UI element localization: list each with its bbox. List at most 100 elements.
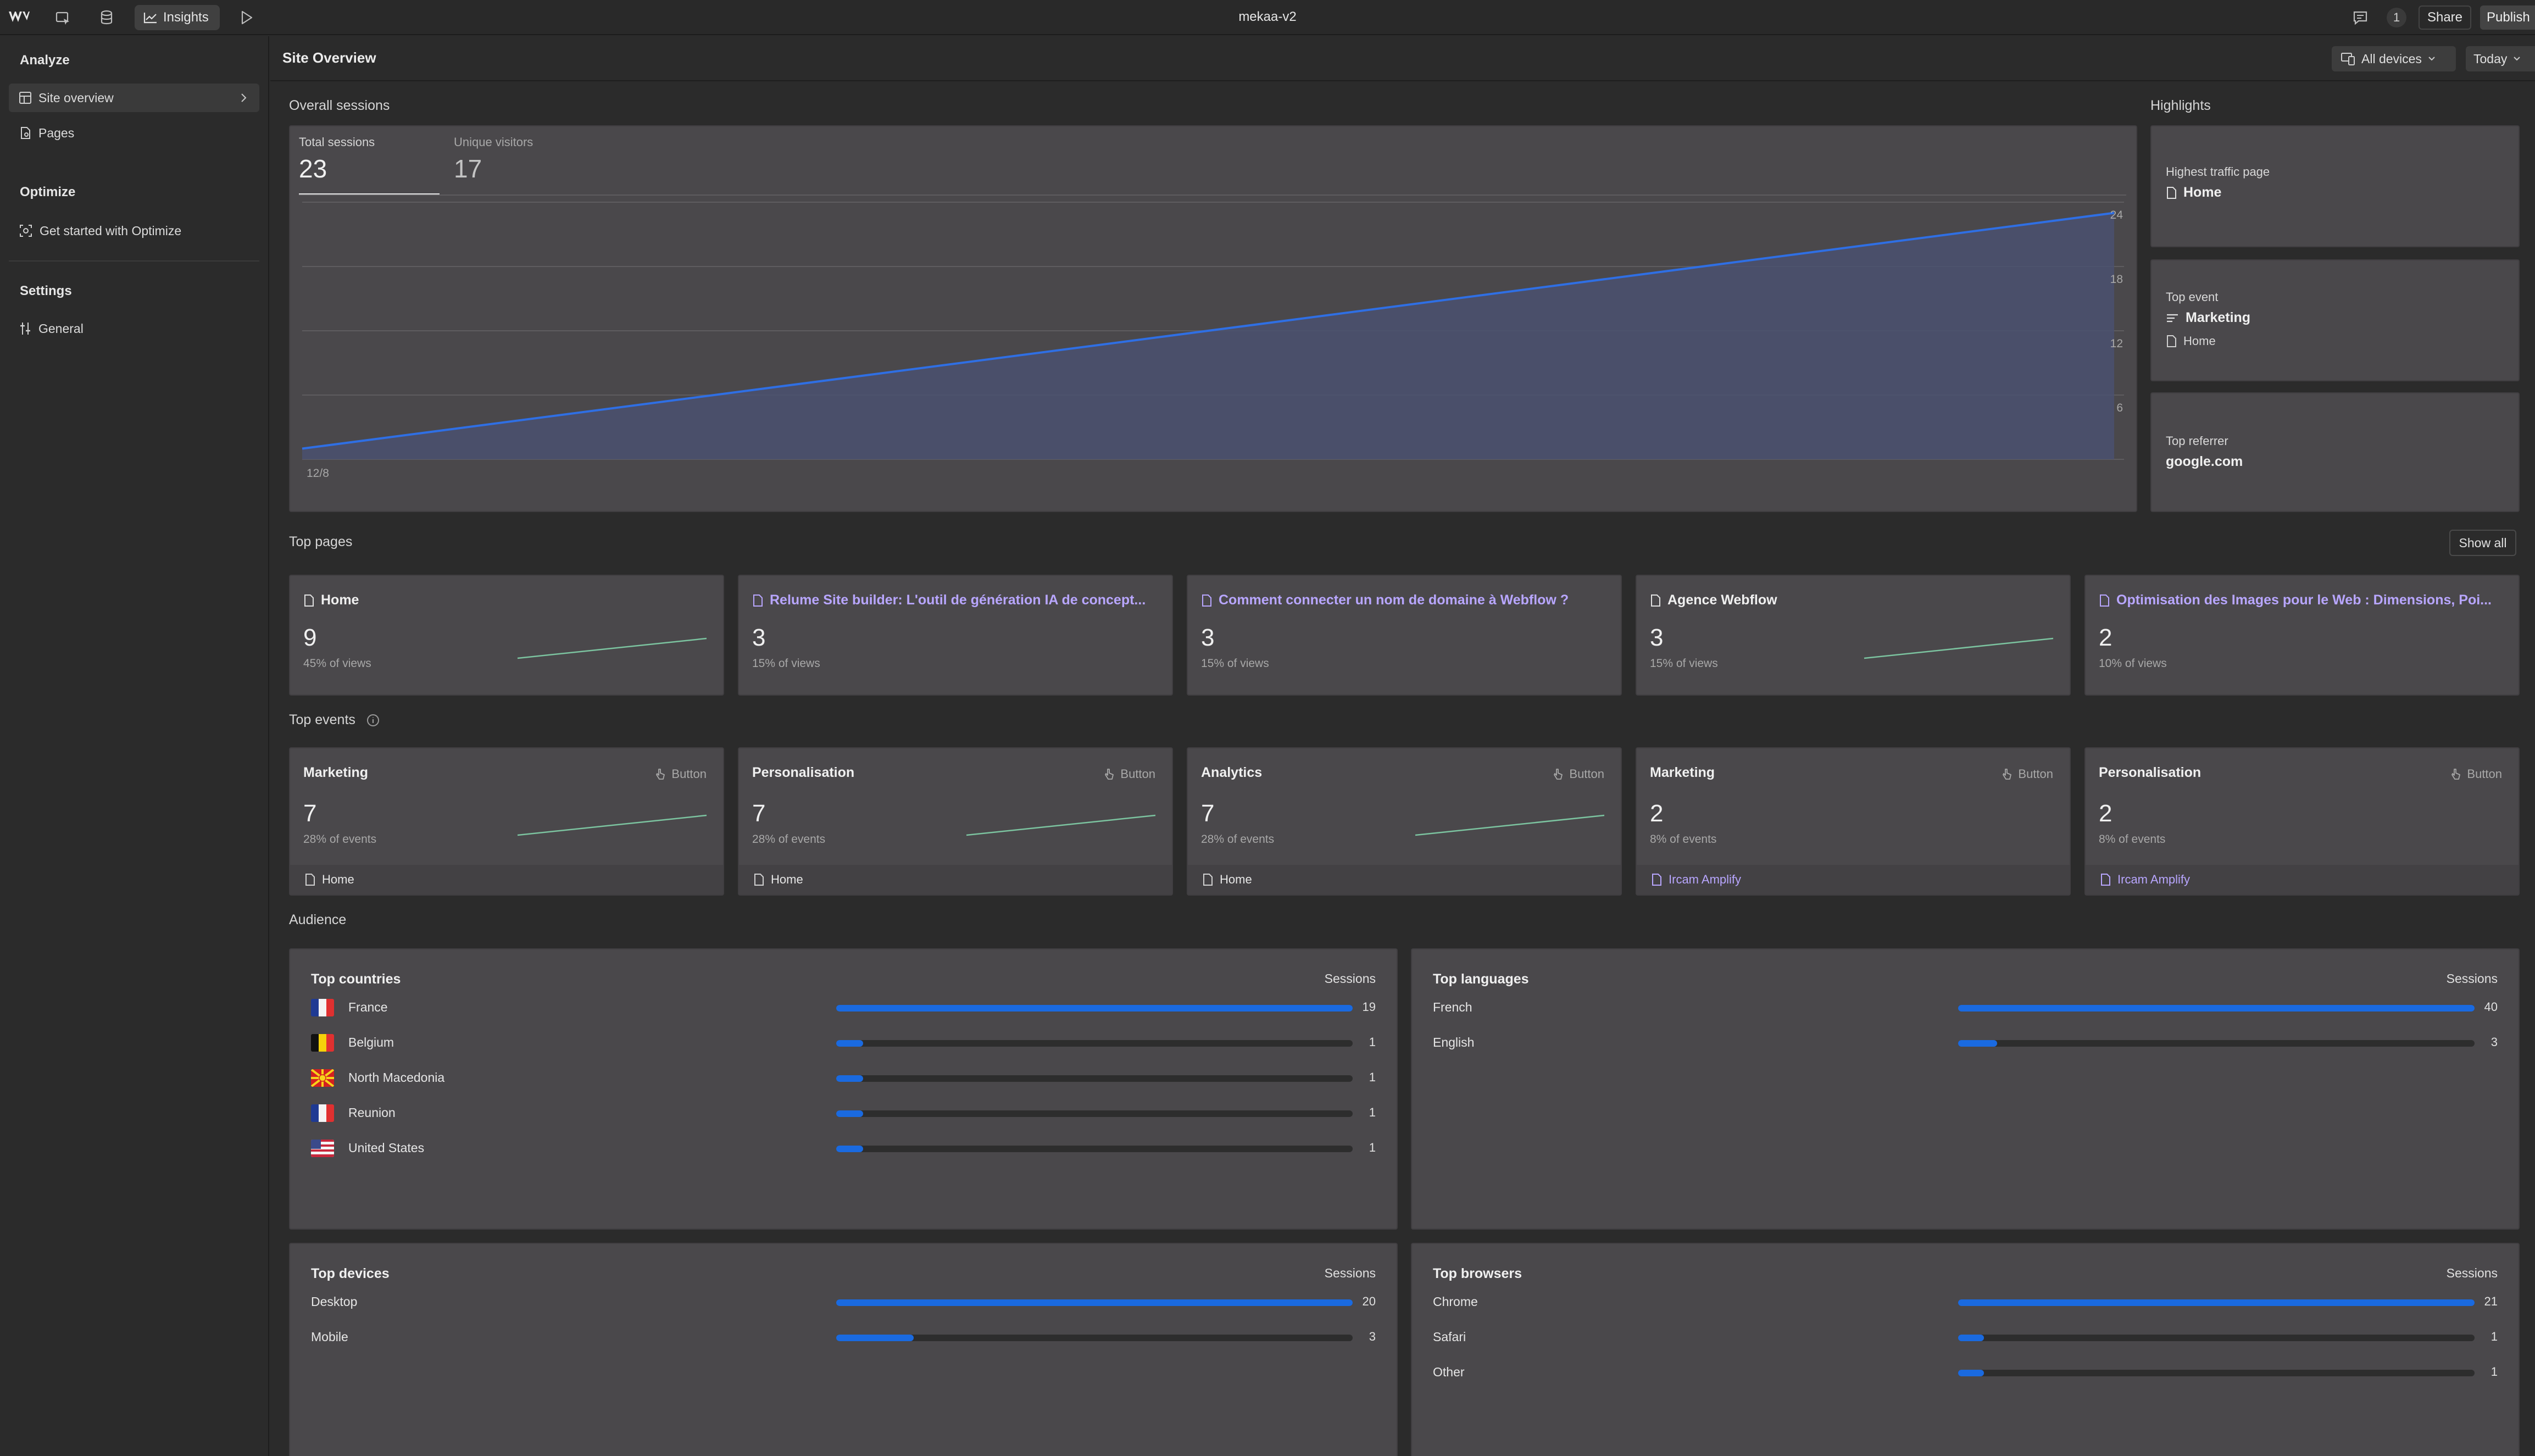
audience-devices-card: Top devices Sessions Desktop 20 Mobile 3 (289, 1243, 1398, 1456)
header-divider (270, 80, 2535, 81)
share-button[interactable]: Share (2419, 5, 2471, 30)
sessions-chart[interactable]: 24 18 12 6 12/8 (290, 198, 2136, 505)
top-page-title[interactable]: Agence Webflow (1650, 592, 2059, 608)
audience-row-value: 1 (1369, 1070, 1376, 1084)
sparkline (1864, 637, 2054, 659)
audience-row[interactable]: Reunion 1 (311, 1102, 1376, 1124)
flag (311, 1104, 334, 1122)
highlight-value-row[interactable]: Marketing (2166, 310, 2250, 326)
highlight-value: Home (2183, 185, 2222, 200)
event-title: Personalisation (752, 765, 1062, 781)
top-page-card[interactable]: Comment connecter un nom de domaine à We… (1187, 575, 1622, 696)
top-page-title[interactable]: Relume Site builder: L'outil de générati… (752, 592, 1161, 608)
top-page-title[interactable]: Comment connecter un nom de domaine à We… (1201, 592, 1610, 608)
top-page-card[interactable]: Relume Site builder: L'outil de générati… (738, 575, 1173, 696)
sessions-area (302, 213, 2114, 459)
session-bar-track (836, 1005, 1353, 1012)
session-bar-track (836, 1335, 1353, 1341)
sidebar-item-pages[interactable]: Pages (9, 119, 259, 147)
pointer-icon (2003, 769, 2012, 780)
event-page-name: Home (1220, 873, 1252, 886)
comments-count-badge[interactable]: 1 (2387, 8, 2406, 27)
event-page-link[interactable]: Ircam Amplify (2086, 865, 2519, 894)
sidebar-item-general[interactable]: General (9, 314, 259, 343)
session-bar-track (836, 1040, 1353, 1047)
event-page-link[interactable]: Home (1188, 865, 1621, 894)
audience-row-value: 1 (1369, 1035, 1376, 1049)
highlight-sub-row[interactable]: Home (2166, 334, 2216, 348)
session-bar-fill (1958, 1040, 1997, 1047)
event-page-link[interactable]: Home (290, 865, 723, 894)
audience-row[interactable]: Other 1 (1433, 1361, 2498, 1383)
session-bar-fill (836, 1040, 864, 1047)
tab-total-sessions[interactable]: Total sessions 23 (299, 132, 440, 196)
page-icon (2167, 335, 2176, 347)
session-bar-track (1958, 1005, 2475, 1012)
audience-row[interactable]: Chrome 21 (1433, 1291, 2498, 1313)
overall-sessions-card: Total sessions 23 Unique visitors 17 24 1… (289, 125, 2137, 512)
top-page-card[interactable]: Agence Webflow 3 15% of views (1636, 575, 2071, 696)
top-event-card[interactable]: Marketing Button 7 28% of events Home (289, 747, 724, 896)
audience-row[interactable]: English 3 (1433, 1032, 2498, 1054)
page-icon (1203, 874, 1213, 886)
event-type-label: Button (2467, 767, 2502, 781)
sidebar-item-get-started-optimize[interactable]: Get started with Optimize (9, 216, 259, 245)
session-bar-fill (1958, 1005, 2475, 1012)
audience-row[interactable]: Belgium 1 (311, 1032, 1376, 1054)
event-title: Personalisation (2099, 765, 2409, 781)
highlight-value-row[interactable]: Home (2166, 185, 2221, 201)
audience-row[interactable]: North Macedonia 1 (311, 1067, 1376, 1089)
info-icon[interactable] (366, 714, 380, 727)
publish-button[interactable]: Publish (2480, 5, 2535, 30)
audience-browsers-card: Top browsers Sessions Chrome 21 Safari 1 Other… (1411, 1243, 2520, 1456)
audience-row[interactable]: France 19 (311, 997, 1376, 1019)
tab-unique-visitors[interactable]: Unique visitors 17 (454, 132, 594, 196)
audience-row[interactable]: Mobile 3 (311, 1326, 1376, 1348)
audience-row[interactable]: Safari 1 (1433, 1326, 2498, 1348)
show-all-button[interactable]: Show all (2449, 530, 2516, 556)
sliders-icon (20, 323, 30, 335)
top-page-card[interactable]: Home 9 45% of views (289, 575, 724, 696)
session-bar-track (1958, 1299, 2475, 1306)
audience-countries-card: Top countries Sessions France 19 Belgium 1 Nor… (289, 948, 1398, 1230)
top-event-card[interactable]: Personalisation Button 7 28% of events Home (738, 747, 1173, 896)
tab-value: 17 (454, 154, 482, 183)
top-event-card[interactable]: Marketing Button 2 8% of events Ircam Amplif… (1636, 747, 2071, 896)
highlight-label: Top referrer (2166, 434, 2228, 448)
flag (311, 1034, 334, 1052)
tab-value: 23 (299, 154, 327, 183)
top-event-card[interactable]: Analytics Button 7 28% of events Home (1187, 747, 1622, 896)
chevron-down-icon (2428, 57, 2435, 61)
devices-dropdown[interactable]: All devices (2332, 46, 2456, 71)
comments-icon[interactable] (2350, 8, 2370, 27)
top-page-title[interactable]: Home (303, 592, 712, 608)
audience-row[interactable]: Desktop 20 (311, 1291, 1376, 1313)
date-range-label: Today (2473, 51, 2508, 66)
audience-card-title: Top browsers (1433, 1266, 1522, 1281)
event-type-label: Button (671, 767, 707, 781)
event-page-link[interactable]: Ircam Amplify (1637, 865, 2070, 894)
audience-row[interactable]: French 40 (1433, 997, 2498, 1019)
sidebar-item-site-overview[interactable]: Site overview (9, 84, 259, 112)
page-icon (1651, 594, 1660, 607)
audience-row-label: France (348, 1000, 388, 1014)
top-page-card[interactable]: Optimisation des Images pour le Web : Di… (2084, 575, 2520, 696)
top-page-views: 3 (1201, 624, 1215, 651)
session-bar-track (836, 1110, 1353, 1117)
event-count: 7 (1201, 800, 1215, 827)
audience-row-label: Safari (1433, 1330, 1466, 1344)
top-page-title-text: Home (321, 592, 359, 608)
top-page-percent: 15% of views (1650, 657, 1718, 670)
event-page-link[interactable]: Home (739, 865, 1172, 894)
top-event-card[interactable]: Personalisation Button 2 8% of events Ircam … (2084, 747, 2520, 896)
date-range-dropdown[interactable]: Today (2466, 46, 2535, 71)
sparkline (517, 637, 707, 659)
audience-row[interactable]: United States 1 (311, 1137, 1376, 1159)
y-tick-label: 6 (2116, 402, 2123, 414)
top-page-title[interactable]: Optimisation des Images pour le Web : Di… (2099, 592, 2508, 608)
event-count: 2 (2099, 800, 2112, 827)
page-icon (304, 594, 314, 607)
audience-row-value: 1 (2490, 1330, 2498, 1343)
session-bar-track (1958, 1335, 2475, 1341)
project-title: mekaa-v2 (1238, 9, 1297, 24)
